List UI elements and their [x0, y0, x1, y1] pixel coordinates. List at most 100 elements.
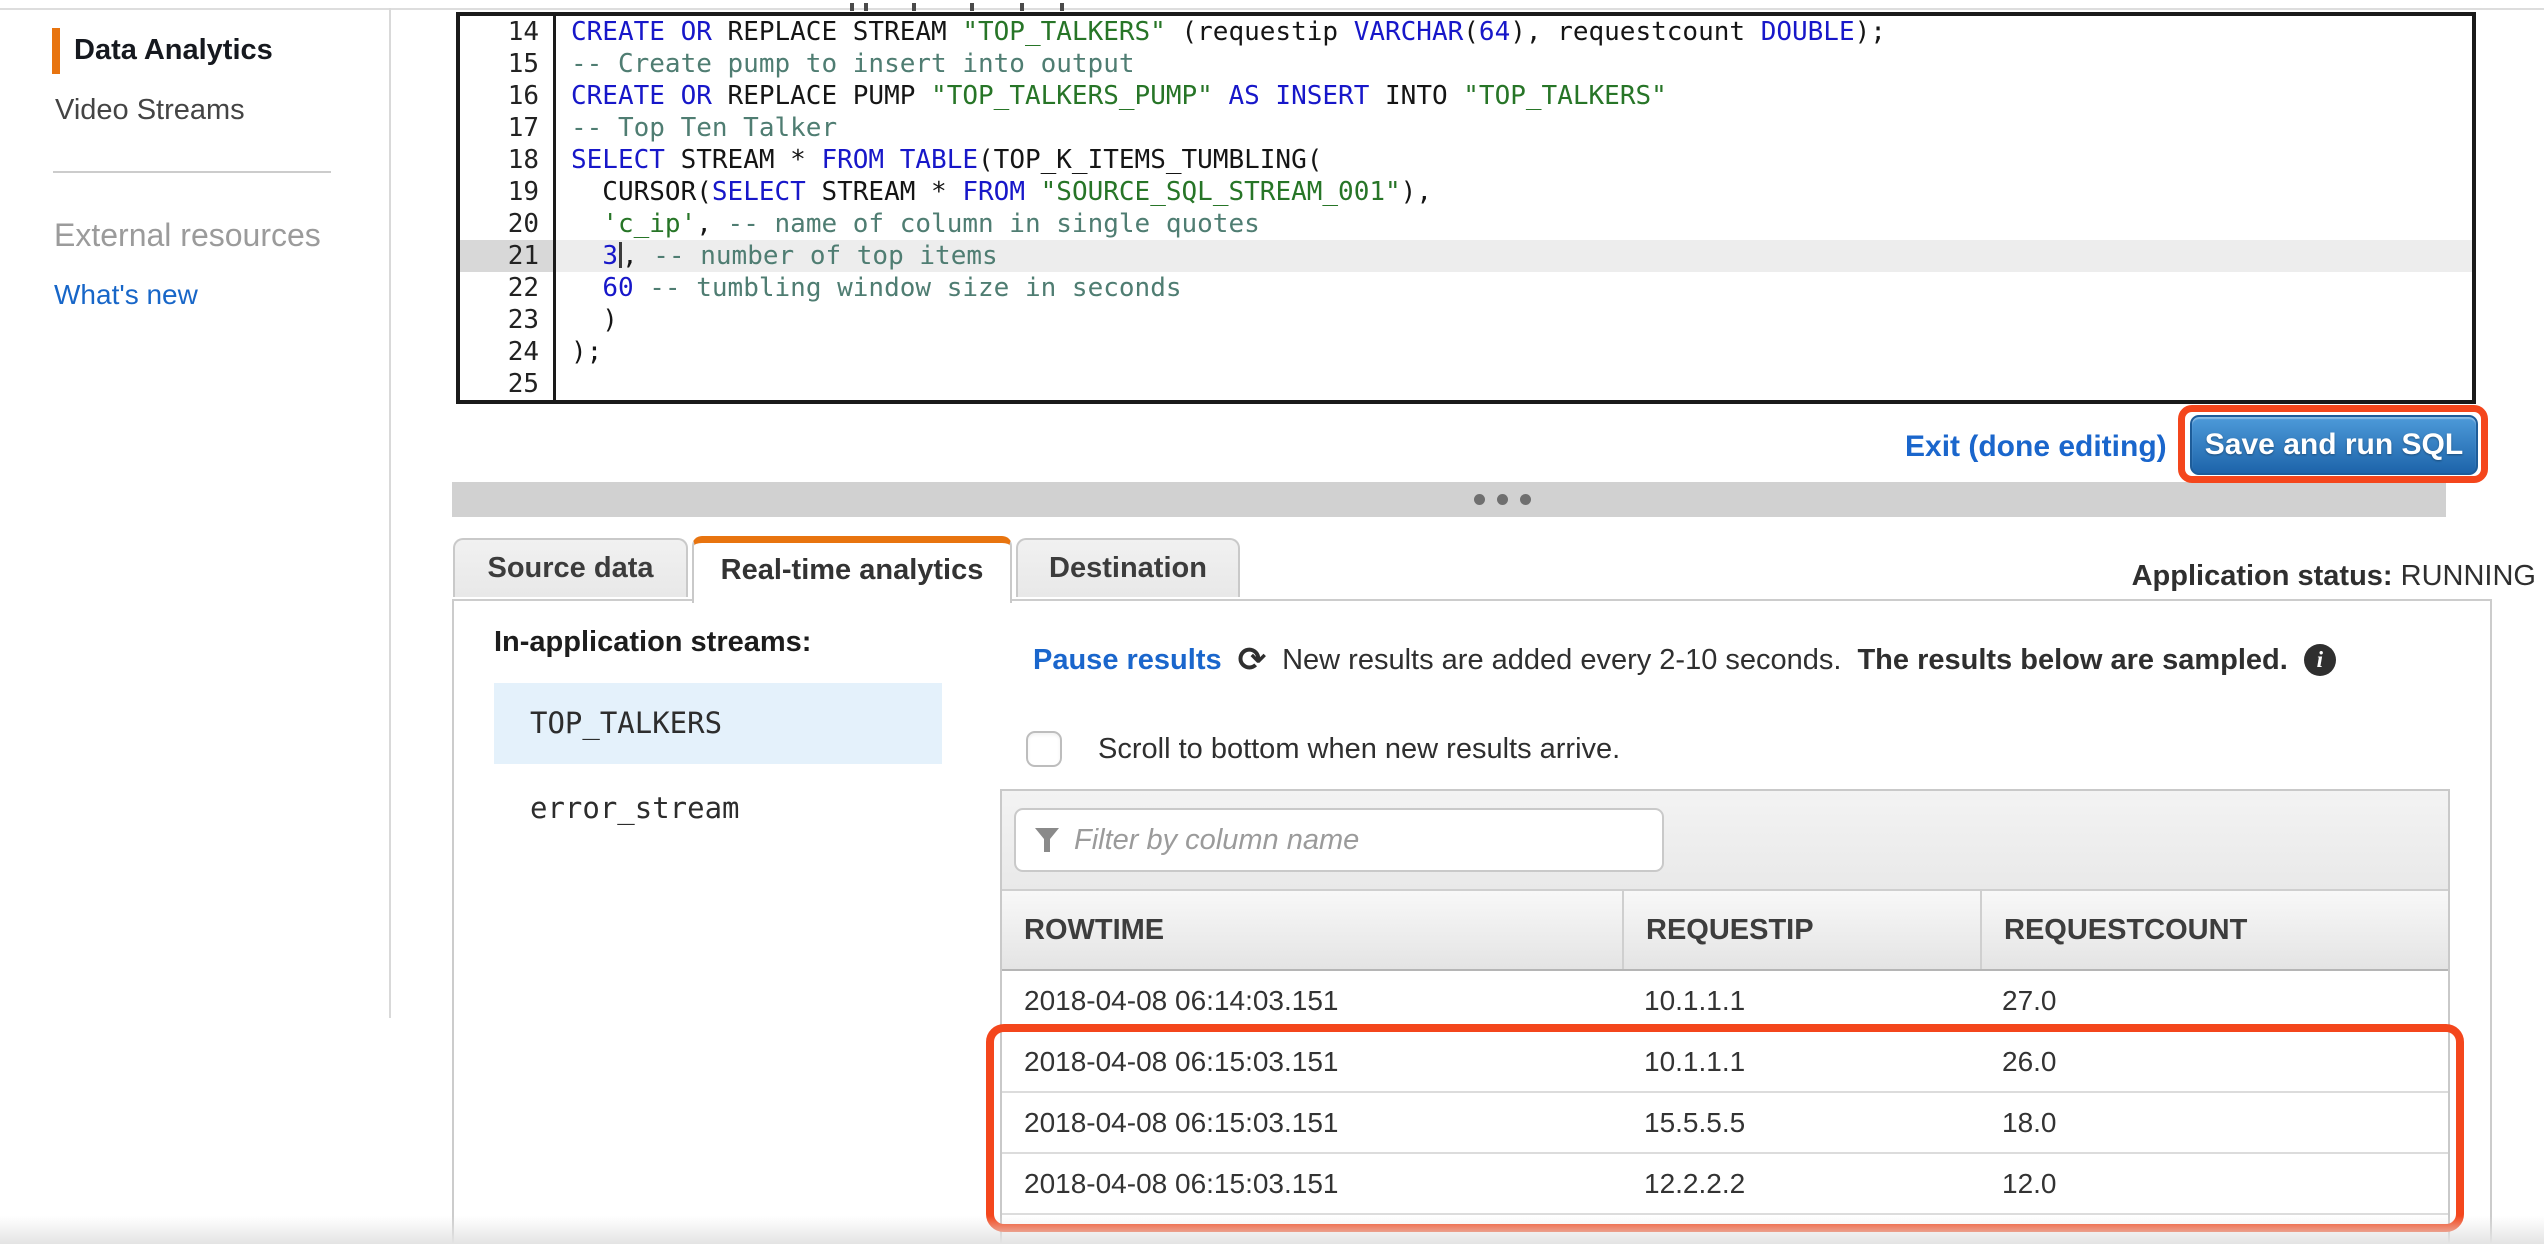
refresh-icon: ⟳ — [1238, 643, 1267, 677]
column-header-rowtime: ROWTIME — [1002, 891, 1622, 969]
code-text: CREATE OR REPLACE PUMP "TOP_TALKERS_PUMP… — [556, 80, 2472, 112]
code-text: 'c_ip', -- name of column in single quot… — [556, 208, 2472, 240]
line-number: 25 — [460, 368, 556, 400]
results-table: ROWTIMEREQUESTIPREQUESTCOUNT 2018-04-08 … — [1000, 789, 2450, 1244]
window-top-divider — [0, 8, 2544, 10]
sql-editor-lines: 14CREATE OR REPLACE STREAM "TOP_TALKERS"… — [460, 16, 2472, 400]
code-line-17[interactable]: 17-- Top Ten Talker — [460, 112, 2472, 144]
table-cell: 2018-04-08 06:14:03.151 — [1002, 971, 1622, 1030]
stream-item-TOP_TALKERS[interactable]: TOP_TALKERS — [494, 683, 942, 764]
filter-funnel-icon — [1034, 827, 1060, 853]
results-table-body: 2018-04-08 06:14:03.15110.1.1.127.02018-… — [1002, 971, 2448, 1215]
results-table-header: ROWTIMEREQUESTIPREQUESTCOUNT — [1002, 891, 2448, 971]
column-header-requestcount: REQUESTCOUNT — [1980, 891, 2448, 969]
table-cell: 12.2.2.2 — [1622, 1154, 1980, 1213]
code-line-23[interactable]: 23 ) — [460, 304, 2472, 336]
application-status-label: Application status: — [2132, 560, 2393, 592]
line-number: 21 — [460, 240, 556, 272]
table-cell: 10.1.1.1 — [1622, 1032, 1980, 1091]
code-line-24[interactable]: 24); — [460, 336, 2472, 368]
sidebar-right-border — [389, 8, 391, 1018]
code-line-15[interactable]: 15-- Create pump to insert into output — [460, 48, 2472, 80]
code-line-14[interactable]: 14CREATE OR REPLACE STREAM "TOP_TALKERS"… — [460, 16, 2472, 48]
table-cell: 18.0 — [1980, 1093, 2448, 1152]
table-row: 2018-04-08 06:14:03.15110.1.1.127.0 — [1002, 971, 2448, 1032]
pane-splitter[interactable] — [452, 482, 2446, 517]
table-cell: 10.1.1.1 — [1622, 971, 1980, 1030]
code-text: -- Create pump to insert into output — [556, 48, 2472, 80]
table-row: 2018-04-08 06:15:03.15115.5.5.518.0 — [1002, 1093, 2448, 1154]
code-line-25[interactable]: 25 — [460, 368, 2472, 400]
info-icon[interactable]: i — [2304, 644, 2336, 676]
table-cell: 27.0 — [1980, 971, 2448, 1030]
line-number: 24 — [460, 336, 556, 368]
code-line-21[interactable]: 21 3, -- number of top items — [460, 240, 2472, 272]
code-text: CREATE OR REPLACE STREAM "TOP_TALKERS" (… — [556, 16, 2472, 48]
code-line-20[interactable]: 20 'c_ip', -- name of column in single q… — [460, 208, 2472, 240]
application-status-value: RUNNING — [2401, 560, 2536, 592]
scroll-to-bottom-row: Scroll to bottom when new results arrive… — [1026, 731, 1620, 767]
sidebar-item-data-analytics[interactable]: Data Analytics — [74, 34, 273, 67]
clipped-code-line-fragment — [850, 1, 1250, 11]
save-and-run-sql-button[interactable]: Save and run SQL — [2190, 415, 2478, 475]
results-filter-bar — [1002, 791, 2448, 891]
sidebar-item-video-streams[interactable]: Video Streams — [55, 94, 245, 127]
code-text: ); — [556, 336, 2472, 368]
sql-editor[interactable]: 14CREATE OR REPLACE STREAM "TOP_TALKERS"… — [456, 12, 2476, 404]
filter-by-column-input[interactable] — [1072, 812, 1662, 868]
line-number: 14 — [460, 16, 556, 48]
tab-destination[interactable]: Destination — [1016, 538, 1240, 597]
line-number: 19 — [460, 176, 556, 208]
code-line-22[interactable]: 22 60 -- tumbling window size in seconds — [460, 272, 2472, 304]
results-note-text: New results are added every 2-10 seconds… — [1282, 644, 1841, 677]
line-number: 18 — [460, 144, 556, 176]
exit-done-editing-link[interactable]: Exit (done editing) — [1905, 430, 2155, 464]
line-number: 17 — [460, 112, 556, 144]
code-line-19[interactable]: 19 CURSOR(SELECT STREAM * FROM "SOURCE_S… — [460, 176, 2472, 208]
sidebar-divider — [53, 171, 331, 173]
results-note-bold-text: The results below are sampled. — [1857, 644, 2287, 677]
column-header-requestip: REQUESTIP — [1622, 891, 1980, 969]
code-text: -- Top Ten Talker — [556, 112, 2472, 144]
line-number: 20 — [460, 208, 556, 240]
table-cell: 2018-04-08 06:15:03.151 — [1002, 1093, 1622, 1152]
stream-list: TOP_TALKERS error_stream — [494, 683, 942, 838]
code-line-18[interactable]: 18SELECT STREAM * FROM TABLE(TOP_K_ITEMS… — [460, 144, 2472, 176]
line-number: 16 — [460, 80, 556, 112]
table-cell: 26.0 — [1980, 1032, 2448, 1091]
line-number: 15 — [460, 48, 556, 80]
table-cell: 15.5.5.5 — [1622, 1093, 1980, 1152]
table-row: 2018-04-08 06:15:03.15112.2.2.212.0 — [1002, 1154, 2448, 1215]
sidebar-external-resources-heading: External resources — [54, 217, 321, 254]
tab-real-time-analytics[interactable]: Real-time analytics — [692, 536, 1012, 603]
in-application-streams-heading: In-application streams: — [494, 626, 811, 659]
splitter-dot — [1474, 494, 1485, 505]
kinesis-analytics-console: Data Analytics Video Streams External re… — [0, 0, 2544, 1244]
table-row: 2018-04-08 06:15:03.15110.1.1.126.0 — [1002, 1032, 2448, 1093]
line-number: 23 — [460, 304, 556, 336]
table-cell: 12.0 — [1980, 1154, 2448, 1213]
code-text: SELECT STREAM * FROM TABLE(TOP_K_ITEMS_T… — [556, 144, 2472, 176]
tab-source-data[interactable]: Source data — [453, 538, 688, 597]
code-text: 3, -- number of top items — [556, 240, 2472, 272]
application-status: Application status: RUNNING — [2132, 560, 2536, 593]
pause-results-link[interactable]: Pause results — [1033, 644, 1222, 677]
sidebar-link-whats-new[interactable]: What's new — [54, 279, 198, 311]
splitter-drag-handle-icon[interactable] — [1474, 494, 1531, 505]
scroll-to-bottom-checkbox[interactable] — [1026, 731, 1062, 767]
code-text: CURSOR(SELECT STREAM * FROM "SOURCE_SQL_… — [556, 176, 2472, 208]
code-text: ) — [556, 304, 2472, 336]
code-text — [556, 368, 2472, 400]
line-number: 22 — [460, 272, 556, 304]
table-cell: 2018-04-08 06:15:03.151 — [1002, 1154, 1622, 1213]
results-control-row: Pause results ⟳ New results are added ev… — [1033, 640, 2336, 680]
scroll-to-bottom-label: Scroll to bottom when new results arrive… — [1098, 733, 1620, 766]
splitter-dot — [1497, 494, 1508, 505]
stream-item-error_stream[interactable]: error_stream — [494, 778, 942, 838]
splitter-dot — [1520, 494, 1531, 505]
table-cell: 2018-04-08 06:15:03.151 — [1002, 1032, 1622, 1091]
filter-input-container[interactable] — [1014, 808, 1664, 872]
code-line-16[interactable]: 16CREATE OR REPLACE PUMP "TOP_TALKERS_PU… — [460, 80, 2472, 112]
active-nav-indicator-bar — [52, 28, 60, 74]
code-text: 60 -- tumbling window size in seconds — [556, 272, 2472, 304]
